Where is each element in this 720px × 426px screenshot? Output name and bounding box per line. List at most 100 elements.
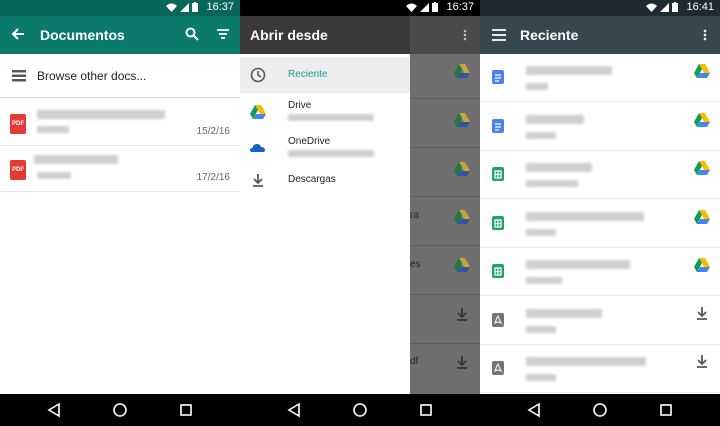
google-sheets-icon xyxy=(492,215,504,230)
signal-icon xyxy=(180,2,189,12)
app-bar: Reciente xyxy=(480,16,720,54)
drawer-item-label: OneDrive xyxy=(288,136,331,147)
blurred-filename xyxy=(526,66,612,75)
hamburger-menu-icon[interactable] xyxy=(492,29,506,41)
nav-home-icon[interactable] xyxy=(592,402,608,418)
behind-text-fragment: df xyxy=(410,356,419,367)
battery-icon xyxy=(432,2,438,12)
overflow-menu-icon[interactable] xyxy=(703,29,707,41)
blurred-file-detail xyxy=(526,131,556,139)
battery-icon xyxy=(672,2,678,12)
nav-back-icon[interactable] xyxy=(526,402,542,418)
drawer-item-label: Drive xyxy=(288,100,312,111)
page-title: Documentos xyxy=(40,27,125,43)
navigation-bar xyxy=(0,394,240,426)
behind-text-fragment: es xyxy=(410,259,421,270)
nav-home-icon[interactable] xyxy=(112,402,128,418)
navigation-bar xyxy=(240,394,480,426)
blurred-filesize xyxy=(37,172,71,179)
drawer-item-drive[interactable]: Drive xyxy=(240,94,410,130)
google-docs-icon xyxy=(492,70,504,84)
nav-home-icon[interactable] xyxy=(352,402,368,418)
wifi-icon xyxy=(646,3,657,12)
drawer-item-reciente[interactable]: Reciente xyxy=(240,57,410,93)
app-bar: Documentos xyxy=(0,16,240,54)
document-row[interactable]: PDF 15/2/16 xyxy=(0,100,240,146)
nav-recents-icon[interactable] xyxy=(178,402,194,418)
navigation-bar xyxy=(480,394,720,426)
recent-file-row[interactable] xyxy=(480,103,720,151)
behind-text-fragment: ra xyxy=(410,210,419,221)
wifi-icon xyxy=(166,3,177,12)
google-drive-icon xyxy=(454,258,470,272)
signal-icon xyxy=(660,2,669,12)
google-drive-icon xyxy=(694,161,710,175)
blurred-account xyxy=(288,150,374,157)
status-time: 16:37 xyxy=(446,1,474,13)
blurred-filename xyxy=(526,308,602,318)
recent-file-row[interactable] xyxy=(480,200,720,248)
recent-file-row[interactable] xyxy=(480,54,720,102)
blurred-file-detail xyxy=(526,277,562,284)
pdf-file-icon: PDF xyxy=(10,114,26,134)
nav-recents-icon[interactable] xyxy=(658,402,674,418)
google-sheets-icon xyxy=(492,167,504,181)
google-drive-icon xyxy=(694,258,710,272)
document-date: 17/2/16 xyxy=(196,172,230,183)
nav-back-icon[interactable] xyxy=(46,402,62,418)
pdf-file-icon xyxy=(492,312,504,327)
recent-file-row[interactable] xyxy=(480,297,720,345)
browse-label: Browse other docs... xyxy=(37,69,147,83)
search-icon[interactable] xyxy=(185,27,199,41)
screen-abrir-desde: 16:37 ra es df Abrir desde Reciente Driv… xyxy=(240,0,480,426)
back-arrow-icon[interactable] xyxy=(11,27,25,41)
recent-file-row[interactable] xyxy=(480,151,720,199)
browse-other-docs-button[interactable]: Browse other docs... xyxy=(0,54,240,98)
drawer-title: Abrir desde xyxy=(250,27,328,43)
recent-file-row[interactable] xyxy=(480,345,720,393)
status-time: 16:37 xyxy=(206,1,234,13)
navigation-drawer: Abrir desde Reciente Drive OneDrive Desc… xyxy=(240,16,410,394)
google-drive-icon xyxy=(454,210,470,224)
status-bar: 16:37 xyxy=(240,0,480,16)
page-title: Reciente xyxy=(520,27,579,43)
blurred-file-detail xyxy=(526,83,548,90)
battery-icon xyxy=(192,2,198,12)
drawer-item-onedrive[interactable]: OneDrive xyxy=(240,130,410,166)
drawer-item-label: Descargas xyxy=(288,174,336,185)
blurred-account xyxy=(288,114,374,121)
overflow-menu-icon xyxy=(463,29,467,41)
download-icon xyxy=(253,174,263,187)
google-sheets-icon xyxy=(492,264,504,278)
download-icon xyxy=(697,355,707,368)
blurred-file-detail xyxy=(526,374,556,381)
blurred-filename xyxy=(526,163,592,172)
download-icon xyxy=(457,356,467,369)
drawer-header: Abrir desde xyxy=(240,16,410,54)
blurred-filesize xyxy=(37,126,69,133)
signal-icon xyxy=(420,2,429,12)
google-drive-icon xyxy=(454,64,470,78)
google-docs-icon xyxy=(492,118,504,133)
clock-icon xyxy=(250,67,266,83)
download-icon xyxy=(457,308,467,321)
status-time: 16:41 xyxy=(686,1,714,13)
blurred-filename xyxy=(34,155,118,164)
wifi-icon xyxy=(406,3,417,12)
blurred-file-detail xyxy=(526,180,578,187)
google-drive-icon xyxy=(454,162,470,176)
download-icon xyxy=(697,306,707,320)
pdf-file-icon: PDF xyxy=(10,160,26,180)
nav-recents-icon[interactable] xyxy=(418,402,434,418)
onedrive-icon xyxy=(250,144,265,152)
blurred-filename xyxy=(526,260,630,269)
sort-icon[interactable] xyxy=(216,28,230,40)
blurred-filename xyxy=(526,211,644,221)
blurred-file-detail xyxy=(526,325,556,333)
document-row[interactable]: PDF 17/2/16 xyxy=(0,146,240,192)
nav-back-icon[interactable] xyxy=(286,402,302,418)
drawer-item-descargas[interactable]: Descargas xyxy=(240,162,410,198)
recent-file-row[interactable] xyxy=(480,248,720,296)
list-icon xyxy=(12,70,26,82)
status-bar: 16:41 xyxy=(480,0,720,16)
